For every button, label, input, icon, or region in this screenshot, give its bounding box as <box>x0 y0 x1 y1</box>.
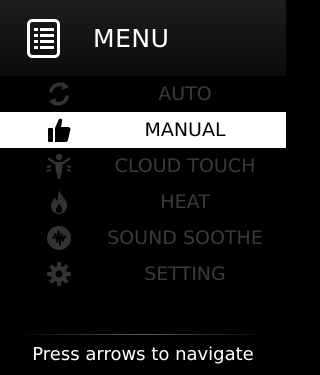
hand-thumbs-up-icon <box>44 115 74 145</box>
menu-item-sound-soothe[interactable]: SOUND SOOTHE <box>0 220 286 256</box>
menu-list-icon <box>27 19 60 58</box>
menu-item-label: AUTO <box>158 83 212 105</box>
menu-item-label: SETTING <box>144 263 226 285</box>
menu-item-heat[interactable]: HEAT <box>0 184 286 220</box>
gear-icon <box>44 259 74 289</box>
menu-header: MENU <box>0 0 286 76</box>
menu-item-label: SOUND SOOTHE <box>107 227 263 249</box>
menu-item-label: MANUAL <box>144 119 226 141</box>
menu-item-auto[interactable]: AUTO <box>0 76 286 112</box>
auto-cycle-icon <box>44 79 74 109</box>
menu-screen: MENU AUTO MANUAL CLOUD TOUCH HEAT SOUND … <box>0 0 286 375</box>
navigation-hint: Press arrows to navigate <box>32 344 254 365</box>
footer-divider <box>14 334 272 335</box>
menu-item-setting[interactable]: SETTING <box>0 256 286 292</box>
flame-icon <box>44 187 74 217</box>
sound-wave-icon <box>44 223 74 253</box>
menu-item-manual[interactable]: MANUAL <box>0 112 286 148</box>
body-massage-icon <box>44 151 74 181</box>
menu-item-cloud-touch[interactable]: CLOUD TOUCH <box>0 148 286 184</box>
menu-item-label: CLOUD TOUCH <box>114 155 256 177</box>
menu-item-label: HEAT <box>160 191 210 213</box>
page-title: MENU <box>93 24 170 53</box>
